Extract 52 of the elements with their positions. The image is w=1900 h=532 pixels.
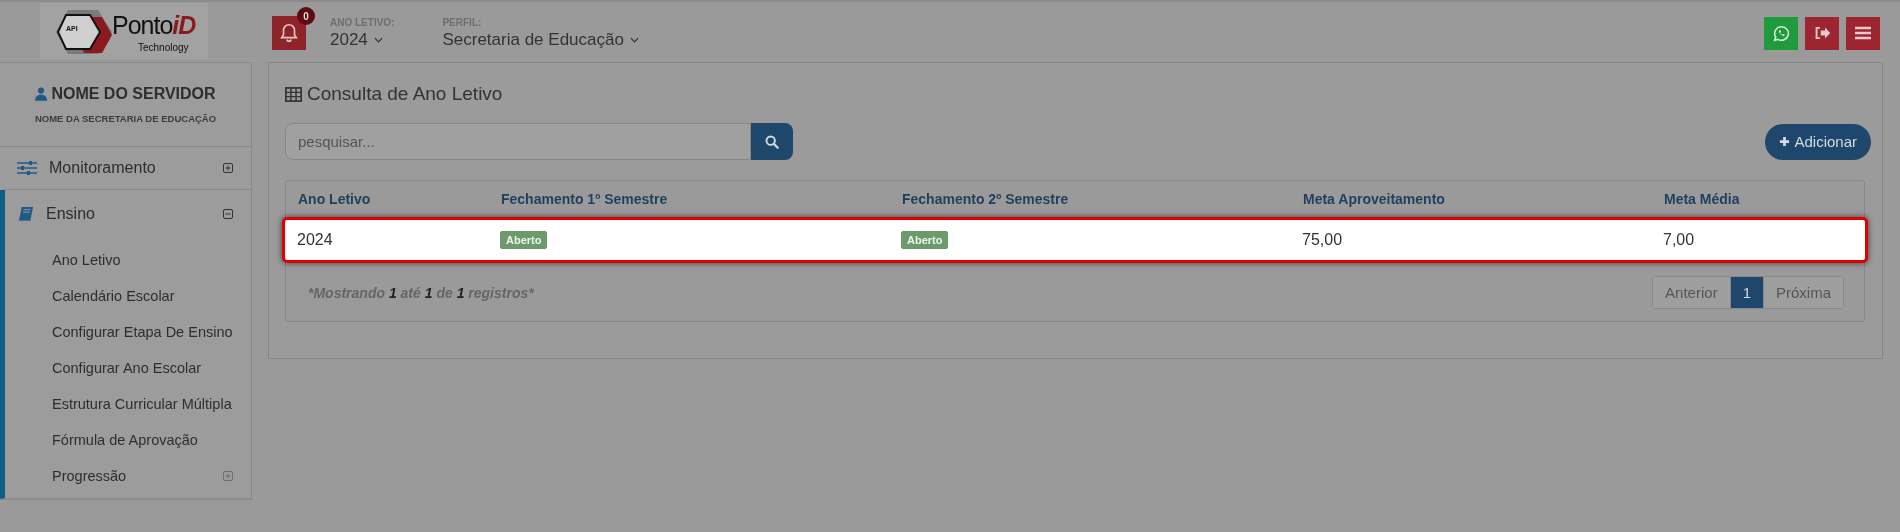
- status-badge: Aberto: [901, 231, 949, 249]
- column-header: Meta Aproveitamento: [1303, 191, 1446, 207]
- department-name: NOME DA SECRETARIA DE EDUCAÇÃO: [34, 113, 217, 124]
- page-button[interactable]: Próxima: [1763, 277, 1843, 308]
- logout-icon: [1813, 26, 1831, 40]
- logout-button[interactable]: [1805, 16, 1839, 50]
- table-row[interactable]: 2024 Aberto Aberto 75,00 7,00: [282, 217, 1868, 263]
- submenu-item[interactable]: Configurar Etapa De Ensino: [52, 322, 233, 342]
- search-field[interactable]: pesquisar...: [285, 123, 751, 160]
- table-icon: [285, 86, 302, 102]
- whatsapp-button[interactable]: [1764, 16, 1798, 50]
- add-button[interactable]: Adicionar: [1765, 123, 1871, 160]
- column-header: Meta Média: [1664, 191, 1741, 207]
- menu-icon: [1855, 26, 1871, 40]
- bell-icon: [278, 22, 300, 44]
- submenu-item[interactable]: Estrutura Curricular Múltipla: [52, 394, 233, 414]
- sidebar-item[interactable]: Monitoramento: [5, 147, 251, 189]
- book-icon: [17, 205, 34, 223]
- submenu-item[interactable]: Configurar Ano Escolar: [52, 358, 233, 378]
- chat-bubble-icon: [1772, 24, 1790, 42]
- user-icon: [35, 87, 48, 101]
- page-button[interactable]: 1: [1729, 277, 1763, 308]
- selector-dropdown[interactable]: Secretaria de Educação: [442, 29, 639, 50]
- chevron-down-icon: [373, 36, 383, 43]
- hexagon-logo-icon: [54, 7, 114, 57]
- logo-name: PontoiD: [112, 11, 196, 39]
- logo-tagline: Technology: [138, 42, 189, 53]
- page-button[interactable]: Anterior: [1653, 277, 1730, 308]
- column-header: Fechamento 1º Semestre: [501, 191, 669, 207]
- sidebar-item[interactable]: Ensino: [5, 190, 251, 238]
- chevron-down-icon: [629, 36, 639, 43]
- plus-square-icon[interactable]: [223, 163, 233, 173]
- menu-button[interactable]: [1846, 16, 1880, 50]
- column-header: Fechamento 2º Semestre: [902, 191, 1070, 207]
- status-badge: Aberto: [500, 231, 548, 249]
- page-title: Consulta de Ano Letivo: [307, 83, 503, 105]
- sliders-icon: [17, 160, 37, 176]
- submenu-item[interactable]: Ano Letivo: [52, 250, 233, 270]
- table-cell: 75,00: [1302, 231, 1343, 248]
- user-name: NOME DO SERVIDOR: [51, 85, 216, 103]
- column-header: Ano Letivo: [298, 191, 372, 207]
- table-cell: 2024: [297, 231, 333, 248]
- minus-square-icon[interactable]: [223, 209, 233, 219]
- table-cell: 7,00: [1663, 231, 1695, 248]
- submenu-item[interactable]: Progressão: [52, 466, 223, 486]
- notification-count: 0: [297, 7, 315, 25]
- submenu-item[interactable]: Calendário Escolar: [52, 286, 233, 306]
- selector-dropdown[interactable]: 2024: [330, 29, 383, 50]
- submenu-item[interactable]: Fórmula de Aprovação: [52, 430, 233, 450]
- plus-icon: [1779, 136, 1791, 147]
- search-icon: [765, 134, 779, 149]
- search-button[interactable]: [751, 123, 793, 160]
